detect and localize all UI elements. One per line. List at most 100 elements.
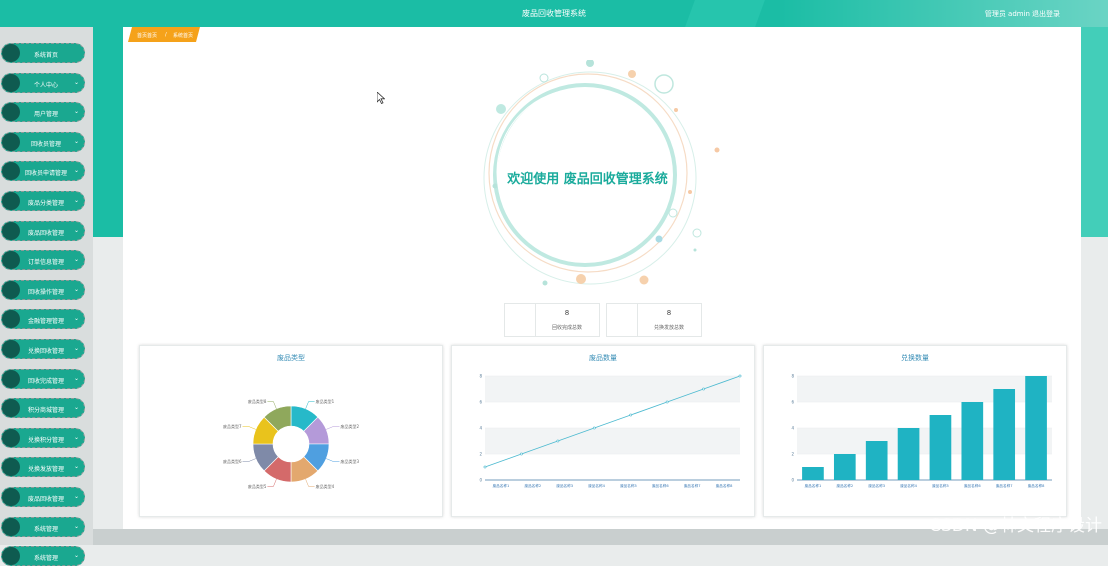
bar (833, 454, 856, 480)
sidebar-item-label: 回收操作管理 (27, 288, 64, 296)
sidebar-item-label: 兑换回收管理 (27, 348, 64, 355)
stat-icon-box (607, 304, 638, 336)
sidebar-item[interactable]: 系统管理 ⌄ (1, 516, 85, 537)
breadcrumb: 首页首页 / 系统首页 (128, 27, 200, 42)
y-tick-label: 6 (479, 400, 482, 405)
x-tick-label: 废品名称8 (716, 483, 733, 488)
menu-dot-icon (2, 192, 20, 210)
chevron-down-icon: ⌄ (73, 167, 79, 175)
menu-dot-icon (2, 162, 20, 181)
grid-band (485, 376, 740, 402)
sidebar-item[interactable]: 兑换发放管理 ⌄ (1, 457, 85, 478)
chart-card-bar: 兑换数量 0 2 4 6 8 废品名称1 废品名称2 废品名称3 废品名称4 废品名称5 废品名称6… (763, 345, 1067, 517)
line-chart: 0 2 4 6 8 废品名称1 废品名称2 废品名称3 废品名称4 废品名称5 废品名称6 废品名称7… (479, 374, 742, 488)
watermark: CSDN @林文程序设计 (929, 516, 1102, 536)
stat-label: 兑换发放总数 (653, 325, 684, 331)
x-tick-label: 废品名称1 (805, 483, 822, 488)
menu-dot-icon (2, 132, 20, 151)
x-tick-label: 废品名称3 (868, 483, 885, 488)
pie-leader-line (305, 401, 315, 409)
breadcrumb-home[interactable]: 首页首页 (137, 32, 157, 39)
chevron-down-icon: ⌄ (73, 226, 79, 234)
menu-dot-icon (2, 458, 20, 477)
chevron-down-icon: ⌄ (73, 137, 79, 145)
x-tick-label: 废品名称6 (964, 483, 981, 488)
sidebar-item[interactable]: 兑换积分管理 ⌄ (1, 427, 85, 448)
pie-leader-line (242, 426, 256, 430)
menu-dot-icon (2, 310, 20, 329)
sidebar-item[interactable]: 金融管理管理 ⌄ (1, 309, 85, 330)
app-title: 废品回收管理系统 (522, 9, 586, 18)
chevron-down-icon: ⌄ (73, 522, 79, 530)
pie-label: 废品类型1 (316, 398, 335, 404)
top-bar: 废品回收管理系统 管理员 admin 退出登录 (0, 0, 1108, 27)
menu-dot-icon (2, 340, 20, 358)
sidebar-item[interactable]: 废品分类管理 ⌄ (1, 191, 85, 211)
sidebar-item[interactable]: 回收员申请管理 ⌄ (1, 161, 85, 182)
sidebar-item[interactable]: 废品回收管理 ⌄ (1, 220, 85, 241)
pie-label: 废品类型6 (223, 458, 242, 464)
y-tick-label: 8 (479, 374, 482, 379)
line-point (702, 387, 705, 391)
pie-chart: 废品类型1 废品类型2 废品类型3 废品类型4 废品类型5 废品类型6 废品类型7 废品类型8 (223, 398, 360, 489)
y-tick-label: 2 (791, 452, 794, 457)
sidebar-item-label: 金融管理管理 (27, 318, 64, 326)
pie-label: 废品类型7 (223, 423, 242, 429)
pie-leader-line (305, 479, 315, 487)
mouse-cursor-icon (377, 92, 385, 104)
pie-label: 废品类型4 (316, 483, 335, 489)
bar (802, 467, 824, 480)
line-point (592, 426, 596, 430)
bar (929, 415, 952, 480)
x-tick-label: 废品名称4 (900, 483, 917, 488)
line-point (556, 439, 560, 443)
chart-card-line: 废品数量 0 2 4 6 8 废品名称1 废品名称2 废品名称3 废品名称4 废品名称5 废品名称6… (451, 345, 755, 517)
stat-card-recycle: 8 回收完成总数 (504, 303, 600, 337)
sidebar-item[interactable]: 兑换回收管理 ⌄ (1, 339, 85, 359)
line-point (483, 465, 487, 469)
sidebar-item-label: 个人中心 (33, 81, 58, 89)
pie-label: 废品类型5 (248, 483, 267, 489)
y-tick-label: 4 (791, 426, 794, 431)
menu-dot-icon (2, 251, 20, 270)
sidebar-item-label: 系统首页 (33, 52, 58, 59)
stat-icon-box (505, 304, 536, 336)
grid-band (485, 428, 740, 454)
sidebar-item[interactable]: 用户管理 ⌄ (1, 102, 85, 123)
sidebar-item-label: 订单信息管理 (27, 259, 64, 267)
menu-dot-icon (2, 73, 20, 92)
chevron-down-icon: ⌄ (73, 285, 79, 293)
sidebar-item[interactable]: 系统首页 (1, 43, 85, 63)
chevron-down-icon: ⌄ (73, 78, 79, 86)
menu-dot-icon (2, 399, 20, 418)
logout-link[interactable]: 退出登录 (1032, 9, 1060, 19)
pie-leader-line (267, 401, 277, 409)
x-tick-label: 废品名称2 (524, 483, 541, 488)
sidebar-item[interactable]: 废品回收管理 ⌄ (1, 487, 85, 507)
x-tick-label: 废品名称5 (620, 483, 637, 488)
y-tick-label: 6 (791, 400, 794, 405)
menu-dot-icon (2, 547, 20, 566)
sidebar-item[interactable]: 订单信息管理 ⌄ (1, 250, 85, 271)
bar (897, 428, 920, 480)
pie-leader-line (326, 426, 340, 430)
stat-value: 8 (564, 309, 570, 317)
breadcrumb-separator: / (165, 32, 167, 38)
x-tick-label: 废品名称4 (588, 483, 605, 488)
x-tick-label: 废品名称2 (836, 483, 853, 488)
chevron-down-icon: ⌄ (73, 315, 79, 323)
user-label: 管理员 admin (984, 10, 1030, 18)
sidebar-item[interactable]: 个人中心 ⌄ (1, 72, 85, 93)
y-tick-label: 4 (479, 426, 482, 431)
sidebar-item[interactable]: 系统管理 ⌄ (1, 546, 85, 566)
menu-dot-icon (2, 221, 20, 240)
sidebar-item[interactable]: 积分商城管理 ⌄ (1, 398, 85, 419)
welcome-title: 欢迎使用 废品回收管理系统 (507, 172, 668, 187)
pie-leader-line (242, 458, 256, 462)
x-tick-label: 废品名称3 (556, 483, 573, 488)
y-tick-label: 0 (791, 478, 794, 483)
sidebar-item[interactable]: 回收员管理 ⌄ (1, 131, 85, 152)
sidebar-item[interactable]: 回收操作管理 ⌄ (1, 279, 85, 300)
pie-leader-line (267, 479, 277, 487)
sidebar-item[interactable]: 回收完成管理 ⌄ (1, 368, 85, 389)
